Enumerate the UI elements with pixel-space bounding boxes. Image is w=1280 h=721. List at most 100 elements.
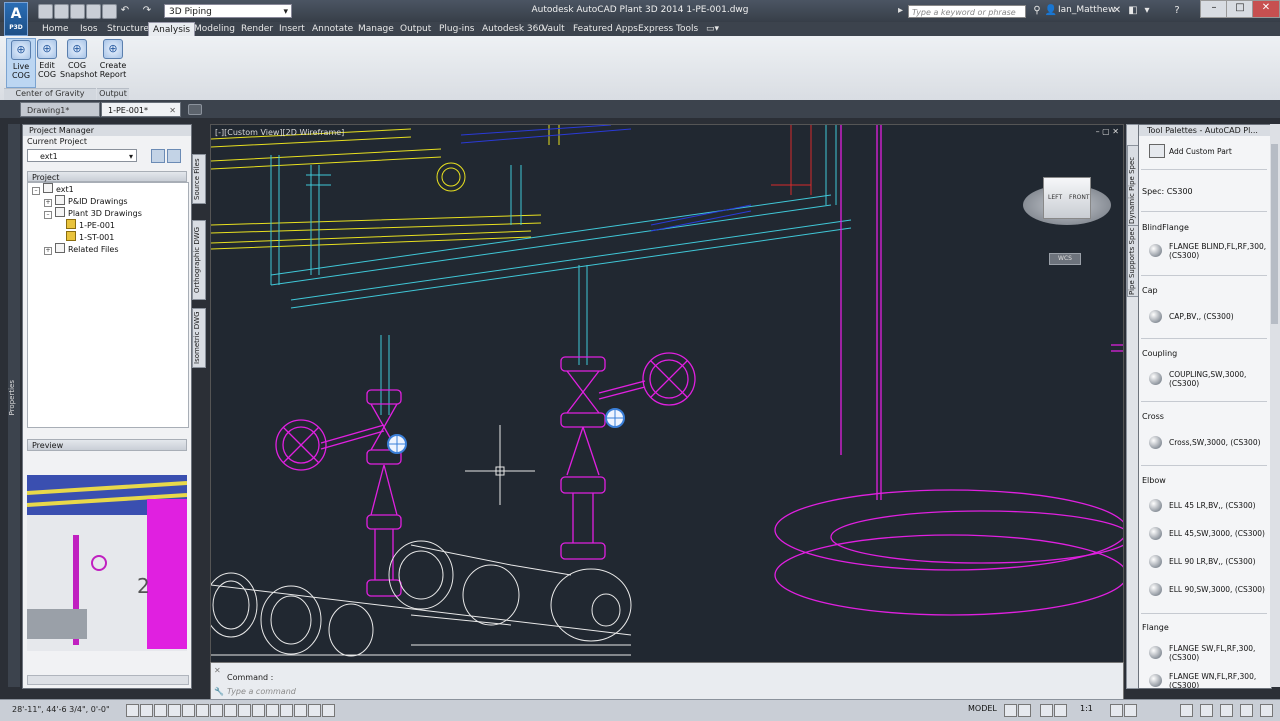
tab-source-files[interactable]: Source Files xyxy=(192,154,206,204)
undo-icon[interactable]: ↶ xyxy=(118,4,132,18)
print-icon[interactable] xyxy=(102,4,117,19)
palette-item-flange-sw[interactable]: FLANGE SW,FL,RF,300, (CS300) xyxy=(1141,643,1267,665)
wcs-menu[interactable]: WCS xyxy=(1049,253,1081,265)
tab-render[interactable]: Render xyxy=(241,22,273,36)
user-icon[interactable]: 👤 xyxy=(1044,4,1058,18)
zoom-icon[interactable] xyxy=(1054,704,1067,717)
close-button[interactable]: ✕ xyxy=(1252,0,1280,18)
polar-tracking-icon[interactable] xyxy=(182,704,195,717)
collapse-icon[interactable]: – xyxy=(44,211,52,219)
edit-cog-button[interactable]: ⊕ Edit COG xyxy=(32,38,62,88)
save-as-icon[interactable] xyxy=(86,4,101,19)
model-space-button[interactable]: MODEL xyxy=(968,704,997,713)
quick-properties-icon[interactable] xyxy=(294,704,307,717)
horizontal-scrollbar[interactable] xyxy=(27,675,189,685)
user-name[interactable]: Ian_Matthew xyxy=(1058,5,1115,15)
grid-display-icon[interactable] xyxy=(154,704,167,717)
palette-item-ell-90-sw[interactable]: ELL 90,SW,3000, (CS300) xyxy=(1141,580,1267,602)
doc-tab-drawing1[interactable]: Drawing1* xyxy=(20,102,100,117)
binoculars-icon[interactable]: ⚲ xyxy=(1030,4,1044,18)
command-input[interactable]: Type a command xyxy=(227,687,827,696)
palette-item-cap[interactable]: CAP,BV,, (CS300) xyxy=(1141,307,1267,329)
tab-autodesk-360[interactable]: Autodesk 360 xyxy=(482,22,544,36)
search-icon[interactable]: ▸ xyxy=(898,5,903,16)
cog-snapshot-button[interactable]: ⊕ COG Snapshot xyxy=(60,38,97,88)
viewcube-left-face[interactable]: LEFT xyxy=(1048,194,1062,201)
palette-item-cross[interactable]: Cross,SW,3000, (CS300) xyxy=(1141,433,1267,455)
viewport-controls-label[interactable]: [-][Custom View][2D Wireframe] xyxy=(215,128,344,137)
tab-manage[interactable]: Manage xyxy=(358,22,394,36)
tab-home[interactable]: Home xyxy=(42,22,69,36)
viewcube[interactable]: LEFT FRONT xyxy=(1043,177,1091,219)
isolate-objects-icon[interactable] xyxy=(1240,704,1253,717)
redo-icon[interactable]: ↷ xyxy=(140,4,154,18)
dropdown-icon[interactable]: ▾ xyxy=(1140,4,1154,18)
command-line-close-icon[interactable]: ✕ xyxy=(214,666,221,675)
quick-view-drawings-icon[interactable] xyxy=(1018,704,1031,717)
search-input[interactable]: Type a keyword or phrase xyxy=(908,5,1026,18)
palette-item-ell-45-sw[interactable]: ELL 45,SW,3000, (CS300) xyxy=(1141,524,1267,546)
object-snap-icon[interactable] xyxy=(196,704,209,717)
open-icon[interactable] xyxy=(54,4,69,19)
help-icon[interactable]: ? xyxy=(1170,4,1184,18)
quick-view-layouts-icon[interactable] xyxy=(1004,704,1017,717)
application-menu-button[interactable]: A P3D xyxy=(4,2,28,36)
object-snap-tracking-icon[interactable] xyxy=(224,704,237,717)
hardware-acceleration-icon[interactable] xyxy=(1220,704,1233,717)
viewcube-front-face[interactable]: FRONT xyxy=(1069,194,1090,201)
snap-mode-icon[interactable] xyxy=(140,704,153,717)
tab-modeling[interactable]: Modeling xyxy=(194,22,235,36)
ribbon-toggle-icon[interactable]: ▭▾ xyxy=(706,22,719,36)
new-icon[interactable] xyxy=(38,4,53,19)
tab-output[interactable]: Output xyxy=(400,22,431,36)
palette-item-ell-90-lr-bv[interactable]: ELL 90 LR,BV,, (CS300) xyxy=(1141,552,1267,574)
workspace-switching-icon[interactable] xyxy=(1180,704,1193,717)
tree-node-1-st-001[interactable]: 1-ST-001 xyxy=(28,231,188,243)
tab-annotate[interactable]: Annotate xyxy=(312,22,353,36)
lineweight-icon[interactable] xyxy=(266,704,279,717)
tab-orthographic-dwg[interactable]: Orthographic DWG xyxy=(192,220,206,300)
tab-express-tools[interactable]: Express Tools xyxy=(638,22,698,36)
tab-structure[interactable]: Structure xyxy=(107,22,149,36)
palette-item-ell-45-lr-bv[interactable]: ELL 45 LR,BV,, (CS300) xyxy=(1141,496,1267,518)
annotation-scale[interactable]: 1:1 xyxy=(1080,704,1093,713)
drawing-viewport[interactable]: [-][Custom View][2D Wireframe] – ▢ ✕ LEF… xyxy=(210,124,1124,663)
current-project-select[interactable]: ext1 ▾ xyxy=(27,149,137,162)
new-tab-icon[interactable] xyxy=(188,104,202,115)
tab-plug-ins[interactable]: Plug-ins xyxy=(439,22,475,36)
palette-item-flange-blind[interactable]: FLANGE BLIND,FL,RF,300, (CS300) xyxy=(1141,241,1267,263)
create-report-button[interactable]: ⊕ Create Report xyxy=(98,38,128,88)
dynamic-ucs-icon[interactable] xyxy=(238,704,251,717)
exchange-icon[interactable]: ✕ xyxy=(1110,4,1124,18)
expand-icon[interactable]: + xyxy=(44,199,52,207)
properties-tab[interactable]: Properties xyxy=(8,380,18,415)
project-options-icon[interactable] xyxy=(167,149,181,163)
toolbar-lock-icon[interactable] xyxy=(1200,704,1213,717)
selection-cycling-icon[interactable] xyxy=(308,704,321,717)
save-icon[interactable] xyxy=(70,4,85,19)
collapse-icon[interactable]: – xyxy=(32,187,40,195)
maximize-button[interactable]: □ xyxy=(1226,0,1254,18)
ortho-mode-icon[interactable] xyxy=(168,704,181,717)
dynamic-input-icon[interactable] xyxy=(252,704,265,717)
wrench-icon[interactable]: 🔧 xyxy=(214,687,224,696)
tab-isos[interactable]: Isos xyxy=(80,22,98,36)
pan-icon[interactable] xyxy=(1040,704,1053,717)
tool-palette-scrollbar[interactable] xyxy=(1270,124,1280,687)
scrollbar-thumb[interactable] xyxy=(1271,144,1278,324)
palette-item-flange-wn[interactable]: FLANGE WN,FL,RF,300, (CS300) xyxy=(1141,671,1267,688)
coordinate-display[interactable]: 28'-11", 44'-6 3/4", 0'-0" xyxy=(12,705,110,714)
palette-item-coupling[interactable]: COUPLING,SW,3000, (CS300) xyxy=(1141,369,1267,391)
tab-insert[interactable]: Insert xyxy=(279,22,305,36)
annotation-monitor-icon[interactable] xyxy=(322,704,335,717)
infer-constraints-icon[interactable] xyxy=(126,704,139,717)
tree-node-ext1[interactable]: – ext1 xyxy=(28,183,188,195)
tab-vault[interactable]: Vault xyxy=(542,22,565,36)
tree-node-pid-drawings[interactable]: + P&ID Drawings xyxy=(28,195,188,207)
3d-object-snap-icon[interactable] xyxy=(210,704,223,717)
doc-tab-1-pe-001[interactable]: 1-PE-001* ✕ xyxy=(101,102,181,117)
tab-featured-apps[interactable]: Featured Apps xyxy=(573,22,638,36)
clean-screen-icon[interactable] xyxy=(1260,704,1273,717)
tab-isometric-dwg[interactable]: Isometric DWG xyxy=(192,308,206,368)
annotation-visibility-icon[interactable] xyxy=(1110,704,1123,717)
